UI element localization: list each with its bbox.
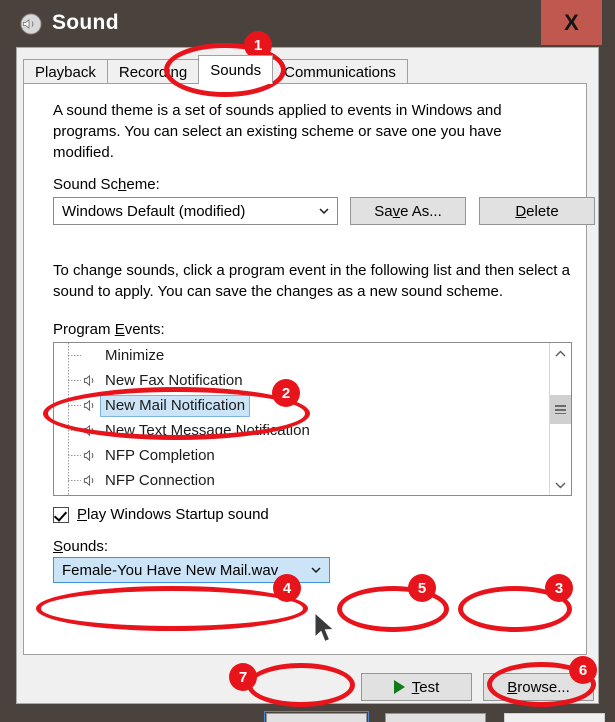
ok-button[interactable]: OK — [264, 711, 369, 722]
speaker-icon — [83, 474, 94, 487]
startup-sound-label: Play Windows Startup sound — [77, 506, 269, 523]
scrollbar-thumb[interactable] — [550, 395, 571, 424]
browse-button[interactable]: Browse... — [483, 673, 594, 701]
tree-elbow — [68, 380, 81, 381]
list-item[interactable]: New Fax Notification — [54, 368, 549, 393]
chevron-up-icon — [555, 350, 566, 356]
listbox-scrollbar[interactable] — [549, 343, 571, 495]
list-item-label: New Fax Notification — [105, 372, 243, 389]
tab-sounds[interactable]: Sounds — [198, 55, 274, 84]
speaker-icon — [20, 13, 42, 35]
list-item-new-mail-notification[interactable]: New Mail Notification — [54, 393, 549, 418]
sound-scheme-label: Sound Scheme: — [53, 176, 160, 193]
sound-scheme-value: Windows Default (modified) — [62, 202, 246, 220]
list-item[interactable]: Minimize — [54, 343, 549, 368]
sounds-label: Sounds: — [53, 538, 109, 555]
delete-button[interactable]: Delete — [479, 197, 595, 225]
window-title: Sound — [52, 11, 119, 34]
list-item-label: New Text Message Notification — [105, 422, 310, 439]
sounds-combo[interactable]: Female-You Have New Mail.wav — [53, 557, 330, 583]
tab-strip: Playback Recording Sounds Communications — [23, 55, 408, 84]
program-events-list: Minimize New Fax Notification New Mail N… — [54, 343, 549, 495]
startup-sound-checkbox[interactable] — [53, 506, 69, 523]
list-item-label: NFP Completion — [105, 447, 215, 464]
close-button[interactable]: X — [541, 0, 602, 45]
list-item[interactable]: NFP Completion — [54, 443, 549, 468]
tree-elbow — [68, 405, 81, 406]
cancel-button[interactable]: Cancel — [385, 713, 486, 722]
window-frame: Sound X Playback Recording Sounds Commun… — [0, 0, 615, 722]
save-as-button[interactable]: Sa v e As... — [350, 197, 466, 225]
intro-paragraph: A sound theme is a set of sounds applied… — [53, 102, 502, 161]
tab-communications[interactable]: Communications — [272, 59, 408, 84]
title-bar: Sound X — [0, 0, 615, 48]
tree-elbow — [68, 430, 81, 431]
speaker-icon — [83, 449, 94, 462]
close-icon: X — [564, 9, 579, 35]
play-icon — [393, 680, 405, 694]
tab-recording[interactable]: Recording — [106, 59, 200, 84]
test-button[interactable]: Test — [361, 673, 472, 701]
speaker-icon — [83, 374, 94, 387]
chevron-down-icon — [311, 206, 337, 216]
list-item-label: New Mail Notification — [100, 394, 251, 417]
list-item[interactable]: New Text Message Notification — [54, 418, 549, 443]
test-button-label: Test — [411, 678, 440, 696]
scroll-up-button[interactable] — [550, 343, 571, 364]
speaker-icon — [83, 399, 94, 412]
scroll-down-button[interactable] — [550, 474, 571, 495]
apply-button[interactable]: Apply — [504, 713, 605, 722]
program-events-listbox[interactable]: Minimize New Fax Notification New Mail N… — [53, 342, 572, 496]
screen: Sound X Playback Recording Sounds Commun… — [0, 0, 615, 722]
list-item[interactable]: Notification — [54, 493, 549, 495]
tab-playback[interactable]: Playback — [23, 59, 108, 84]
tree-elbow — [68, 455, 81, 456]
speaker-icon — [83, 424, 94, 437]
change-sounds-paragraph: To change sounds, click a program event … — [53, 262, 570, 300]
grip-icon — [555, 405, 566, 414]
sound-scheme-combo[interactable]: Windows Default (modified) — [53, 197, 338, 225]
sounds-combo-value: Female-You Have New Mail.wav — [62, 561, 279, 579]
list-item-label: Minimize — [105, 347, 165, 364]
tree-elbow — [68, 355, 81, 356]
chevron-down-icon — [555, 482, 566, 488]
program-events-label: Program Events: — [53, 321, 165, 338]
chevron-down-icon — [303, 565, 329, 575]
startup-sound-checkbox-row[interactable]: Play Windows Startup sound — [53, 506, 269, 523]
sound-dialog: Playback Recording Sounds Communications… — [16, 47, 605, 722]
tree-elbow — [68, 480, 81, 481]
list-item[interactable]: NFP Connection — [54, 468, 549, 493]
list-item-label: NFP Connection — [105, 472, 215, 489]
sounds-tab-panel: A sound theme is a set of sounds applied… — [23, 83, 595, 701]
